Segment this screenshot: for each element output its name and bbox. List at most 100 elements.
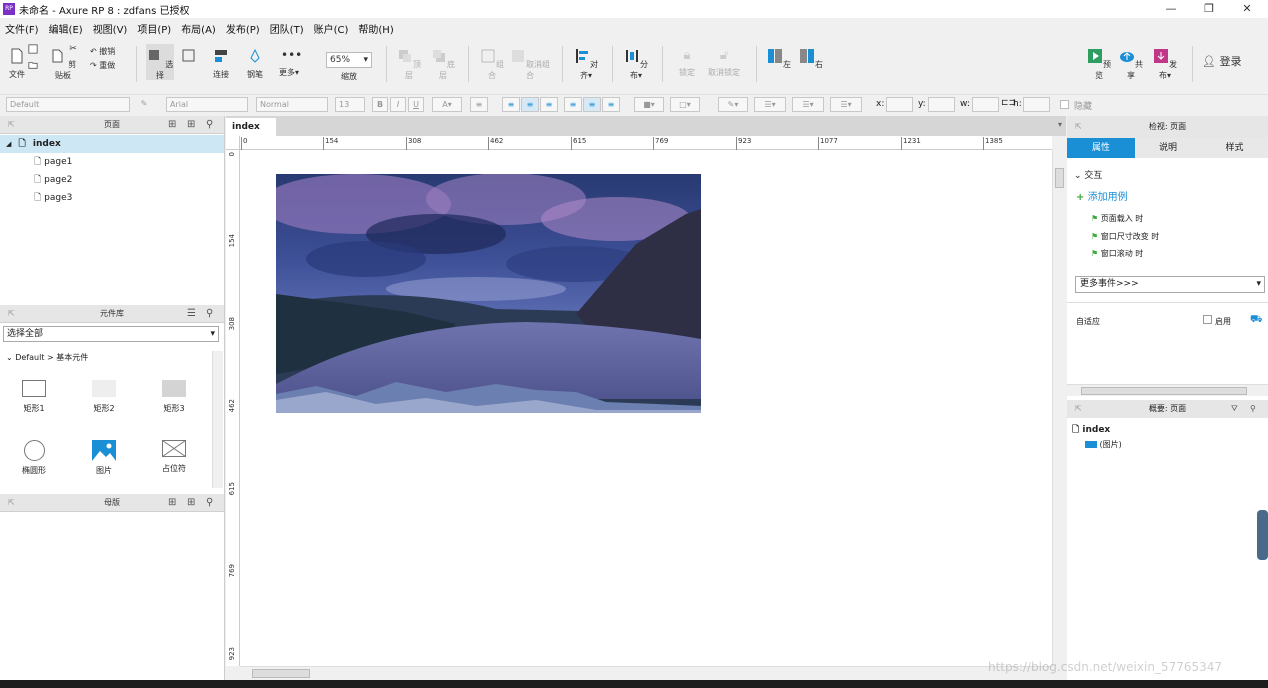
valign-top-button[interactable]: ≡ bbox=[564, 97, 582, 112]
connect-button[interactable]: 连接 bbox=[208, 48, 234, 80]
pin-icon[interactable]: ⇱ bbox=[1075, 116, 1082, 138]
font-color-button[interactable]: A▾ bbox=[432, 97, 462, 112]
select-button[interactable]: 选择 bbox=[146, 44, 174, 80]
share-button[interactable]: 共享 bbox=[1118, 48, 1144, 81]
page-tree-item[interactable]: 🗋︎ page2 bbox=[0, 171, 224, 189]
library-select[interactable]: 选择全部 ▾ bbox=[3, 326, 219, 342]
event-window-scroll[interactable]: ⚑ 窗口滚动 时 bbox=[1091, 248, 1143, 259]
inspector-scrollbar[interactable] bbox=[1067, 384, 1268, 396]
italic-button[interactable]: I bbox=[390, 97, 406, 112]
library-group[interactable]: ⌄ Default > 基本元件 bbox=[6, 352, 88, 363]
adaptive-settings-icon[interactable]: ⛟ bbox=[1250, 314, 1263, 327]
menu-project[interactable]: 项目(P) bbox=[132, 21, 176, 36]
menu-icon[interactable]: ☰ bbox=[187, 305, 196, 323]
page-tree-item[interactable]: 🗋︎ page3 bbox=[0, 189, 224, 207]
add-master-icon[interactable]: ⊞ bbox=[168, 494, 176, 512]
canvas-horizontal-scrollbar[interactable] bbox=[240, 666, 1052, 680]
right-button[interactable]: 右 bbox=[798, 48, 824, 70]
preview-button[interactable]: 预览 bbox=[1086, 48, 1112, 81]
line-color-button[interactable]: ✎▾ bbox=[718, 97, 748, 112]
bullet-button[interactable]: ≡ bbox=[470, 97, 488, 112]
line-style-button[interactable]: ☰▾ bbox=[792, 97, 824, 112]
style-select[interactable]: Default bbox=[6, 97, 130, 112]
tab-index[interactable]: index × bbox=[226, 118, 276, 150]
pen-button[interactable]: 钢笔 bbox=[242, 48, 268, 80]
scroll-thumb[interactable] bbox=[1081, 387, 1247, 395]
w-input[interactable] bbox=[972, 97, 999, 112]
tab-list-icon[interactable]: ▾ bbox=[1058, 120, 1062, 129]
widget-rectangle3[interactable]: 矩形3 bbox=[154, 380, 194, 414]
align-text-left-button[interactable]: ≡ bbox=[502, 97, 520, 112]
interaction-section[interactable]: ⌄ 交互 bbox=[1074, 168, 1102, 181]
distribute-button[interactable]: 分布▾ bbox=[622, 48, 650, 81]
pin-icon[interactable]: ⇱ bbox=[8, 494, 15, 512]
save-button[interactable] bbox=[26, 44, 40, 56]
publish-button[interactable]: 发布▾ bbox=[1150, 48, 1180, 81]
search-icon[interactable]: ⚲ bbox=[1250, 400, 1256, 418]
menu-layout[interactable]: 布局(A) bbox=[176, 21, 221, 36]
more-button[interactable]: ••• 更多▾ bbox=[274, 48, 304, 78]
minimize-button[interactable]: — bbox=[1152, 0, 1190, 18]
menu-file[interactable]: 文件(F) bbox=[0, 21, 44, 36]
image-widget[interactable] bbox=[276, 174, 701, 413]
add-folder-icon[interactable]: ⊞ bbox=[187, 116, 195, 134]
pin-icon[interactable]: ⇱ bbox=[8, 305, 15, 323]
send-to-back-button[interactable]: 底层 bbox=[430, 48, 456, 81]
menu-edit[interactable]: 编辑(E) bbox=[44, 21, 88, 36]
redo-button[interactable]: ↷ 重做 bbox=[90, 60, 126, 71]
pin-icon[interactable]: ⇱ bbox=[1075, 400, 1082, 418]
scroll-thumb[interactable] bbox=[252, 669, 310, 678]
tab-properties[interactable]: 属性 bbox=[1067, 138, 1135, 158]
menu-account[interactable]: 账户(C) bbox=[309, 21, 354, 36]
more-events-select[interactable]: 更多事件>>> ▾ bbox=[1075, 276, 1265, 293]
widget-rectangle1[interactable]: 矩形1 bbox=[14, 380, 54, 414]
h-input[interactable] bbox=[1023, 97, 1050, 112]
pin-icon[interactable]: ⇱ bbox=[8, 116, 15, 134]
widget-image[interactable]: 图片 bbox=[84, 440, 124, 476]
widget-placeholder[interactable]: 占位符 bbox=[154, 440, 194, 474]
area-select-button[interactable] bbox=[178, 48, 200, 69]
file-button[interactable]: 文件 bbox=[6, 48, 28, 80]
search-icon[interactable]: ⚲ bbox=[206, 305, 213, 323]
underline-button[interactable]: U bbox=[408, 97, 424, 112]
y-input[interactable] bbox=[928, 97, 955, 112]
maximize-button[interactable]: ❐ bbox=[1190, 0, 1228, 18]
login-button[interactable]: 👤︎ 登录 bbox=[1202, 53, 1250, 69]
page-tree-root[interactable]: ◢ 🗋︎ index bbox=[0, 135, 224, 153]
menu-publish[interactable]: 发布(P) bbox=[221, 21, 265, 36]
add-folder-icon[interactable]: ⊞ bbox=[187, 494, 195, 512]
style-edit-icon[interactable]: ✎ bbox=[137, 97, 151, 112]
event-window-resize[interactable]: ⚑ 窗口尺寸改变 时 bbox=[1091, 231, 1159, 242]
open-button[interactable] bbox=[26, 60, 40, 72]
align-text-right-button[interactable]: ≡ bbox=[540, 97, 558, 112]
canvas-vertical-scrollbar[interactable] bbox=[1052, 150, 1066, 666]
zoom-select[interactable]: 65% ▾ bbox=[326, 52, 372, 68]
scroll-thumb[interactable] bbox=[1055, 168, 1064, 188]
side-scroll-widget[interactable] bbox=[1257, 510, 1268, 560]
font-size-select[interactable]: 13 bbox=[335, 97, 365, 112]
align-button[interactable]: 对齐▾ bbox=[572, 48, 600, 81]
x-input[interactable] bbox=[886, 97, 913, 112]
tab-notes[interactable]: 说明 bbox=[1135, 138, 1201, 158]
widgets-scrollbar[interactable] bbox=[212, 351, 223, 488]
menu-team[interactable]: 团队(T) bbox=[265, 21, 309, 36]
cut-icon[interactable]: ✂ bbox=[66, 44, 80, 54]
search-icon[interactable]: ⚲ bbox=[206, 116, 213, 134]
align-text-center-button[interactable]: ≡ bbox=[521, 97, 539, 112]
filter-icon[interactable]: ⛛ bbox=[1231, 400, 1238, 418]
group-button[interactable]: 组合 bbox=[478, 48, 506, 81]
page-tree-item[interactable]: 🗋︎ page1 bbox=[0, 153, 224, 171]
outline-root[interactable]: 🗋︎ index bbox=[1072, 422, 1110, 438]
lock-button[interactable]: 🔒︎ 锁定 bbox=[674, 48, 700, 78]
hide-checkbox[interactable] bbox=[1060, 100, 1069, 109]
line-width-button[interactable]: ☰▾ bbox=[754, 97, 786, 112]
widget-ellipse[interactable]: 椭圆形 bbox=[14, 440, 54, 476]
unlock-button[interactable]: 🔓︎ 取消锁定 bbox=[704, 48, 744, 78]
event-page-load[interactable]: ⚑ 页面载入 时 bbox=[1091, 213, 1143, 224]
shadow-button[interactable]: □▾ bbox=[670, 97, 700, 112]
bring-to-front-button[interactable]: 顶层 bbox=[396, 48, 422, 81]
design-canvas[interactable] bbox=[240, 150, 1052, 666]
menu-help[interactable]: 帮助(H) bbox=[353, 21, 398, 36]
fill-color-button[interactable]: ■▾ bbox=[634, 97, 664, 112]
widget-rectangle2[interactable]: 矩形2 bbox=[84, 380, 124, 414]
